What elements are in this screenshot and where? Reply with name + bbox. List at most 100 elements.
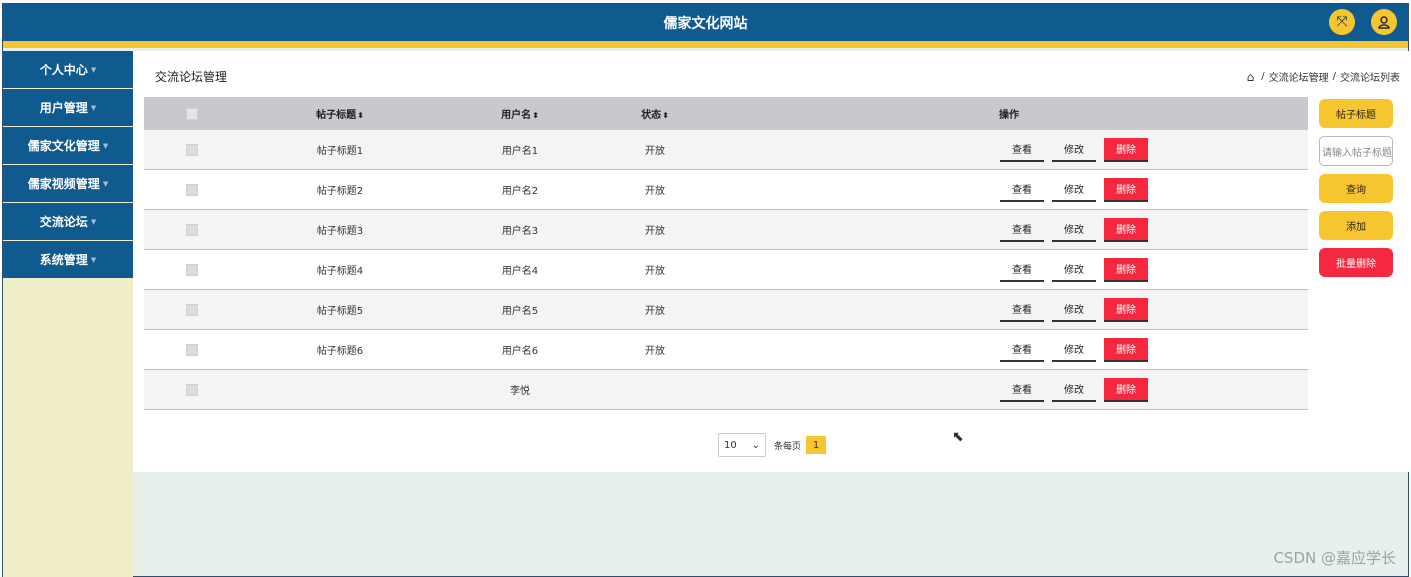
sidebar: 个人中心 ▼ 用户管理 ▼ 儒家文化管理 ▼ 儒家视频管理 ▼ 交流论坛 ▼ 系统管理 ▼ <box>3 51 133 577</box>
delete-button[interactable]: 删除 <box>1104 297 1148 322</box>
table-row: 帖子标题5 用户名5 开放 查看 修改 删除 <box>144 290 1308 330</box>
table-row: 帖子标题3 用户名3 开放 查看 修改 删除 <box>144 210 1308 250</box>
chevron-down-icon: ⌄ <box>751 439 760 451</box>
cell-status: 开放 <box>645 186 665 197</box>
edit-button[interactable]: 修改 <box>1052 298 1096 322</box>
delete-button[interactable]: 删除 <box>1104 377 1148 402</box>
cell-user: 用户名6 <box>501 346 539 357</box>
cell-status: 开放 <box>645 306 665 317</box>
view-button[interactable]: 查看 <box>1000 338 1044 362</box>
sidebar-item-personal-center[interactable]: 个人中心 ▼ <box>3 51 133 88</box>
cell-user: 用户名1 <box>501 146 539 157</box>
sort-icon[interactable]: ⬍ <box>662 111 669 120</box>
sort-icon[interactable]: ⬍ <box>357 111 364 120</box>
row-checkbox[interactable] <box>186 263 198 276</box>
row-checkbox[interactable] <box>186 303 198 316</box>
main-content: 交流论坛管理 ⌂ / 交流论坛管理 / 交流论坛列表 帖子标题⬍ 用户名⬍ 状态… <box>133 51 1410 472</box>
table-row: 帖子标题6 用户名6 开放 查看 修改 删除 <box>144 330 1308 370</box>
view-button[interactable]: 查看 <box>1000 378 1044 402</box>
header-accent-line <box>3 41 1408 48</box>
top-bar: 儒家文化网站 ⤧ <box>3 4 1408 41</box>
page-size-select[interactable]: 10 ⌄ <box>718 433 766 457</box>
column-header-status[interactable]: 状态⬍ <box>600 106 710 121</box>
search-input[interactable]: 请输入帖子标题 <box>1319 136 1393 166</box>
chevron-down-icon: ▼ <box>90 65 97 74</box>
cell-status: 开放 <box>645 226 665 237</box>
view-button[interactable]: 查看 <box>1000 178 1044 202</box>
cell-status: 开放 <box>645 266 665 277</box>
cell-user: 用户名3 <box>501 226 539 237</box>
resize-icon[interactable]: ⤧ <box>1329 9 1355 35</box>
edit-button[interactable]: 修改 <box>1052 338 1096 362</box>
sort-icon[interactable]: ⬍ <box>532 111 539 120</box>
sidebar-item-system-management[interactable]: 系统管理 ▼ <box>3 241 133 278</box>
sidebar-item-video-management[interactable]: 儒家视频管理 ▼ <box>3 165 133 202</box>
column-header-user[interactable]: 用户名⬍ <box>440 106 600 121</box>
forum-table: 帖子标题⬍ 用户名⬍ 状态⬍ 操作 帖子标题1 用户名1 开放 查看 修改 删除 帖… <box>144 97 1308 410</box>
batch-delete-button[interactable]: 批量删除 <box>1319 248 1393 277</box>
delete-button[interactable]: 删除 <box>1104 137 1148 162</box>
edit-button[interactable]: 修改 <box>1052 378 1096 402</box>
view-button[interactable]: 查看 <box>1000 258 1044 282</box>
breadcrumb: ⌂ / 交流论坛管理 / 交流论坛列表 <box>1246 69 1400 85</box>
edit-button[interactable]: 修改 <box>1052 218 1096 242</box>
cell-user: 用户名5 <box>501 306 539 317</box>
row-checkbox[interactable] <box>186 143 198 156</box>
sidebar-item-user-management[interactable]: 用户管理 ▼ <box>3 89 133 126</box>
row-checkbox[interactable] <box>186 383 198 396</box>
query-button[interactable]: 查询 <box>1319 174 1393 203</box>
mouse-cursor-icon: ⬉ <box>952 429 964 445</box>
app-frame: 儒家文化网站 ⤧ 个人中心 ▼ 用户管理 ▼ 儒家文化管理 ▼ 儒家视频管理 ▼ 交流论… <box>2 3 1410 577</box>
sidebar-item-label: 儒家视频管理 <box>27 177 100 191</box>
select-all-checkbox[interactable] <box>186 107 198 120</box>
edit-button[interactable]: 修改 <box>1052 138 1096 162</box>
cell-title: 帖子标题2 <box>316 186 364 197</box>
page-number-button[interactable]: 1 <box>806 436 827 454</box>
delete-button[interactable]: 删除 <box>1104 257 1148 282</box>
sidebar-item-label: 用户管理 <box>39 101 88 115</box>
sidebar-item-label: 儒家文化管理 <box>27 139 100 153</box>
row-checkbox[interactable] <box>186 183 198 196</box>
table-row: 帖子标题1 用户名1 开放 查看 修改 删除 <box>144 130 1308 170</box>
delete-button[interactable]: 删除 <box>1104 217 1148 242</box>
app-title: 儒家文化网站 <box>663 16 748 32</box>
cell-title: 帖子标题3 <box>316 226 364 237</box>
table-row: 帖子标题2 用户名2 开放 查看 修改 删除 <box>144 170 1308 210</box>
search-field-label[interactable]: 帖子标题 <box>1319 99 1393 128</box>
delete-button[interactable]: 删除 <box>1104 177 1148 202</box>
edit-button[interactable]: 修改 <box>1052 178 1096 202</box>
cell-status: 开放 <box>645 346 665 357</box>
add-button[interactable]: 添加 <box>1319 211 1393 240</box>
chevron-down-icon: ▼ <box>102 179 109 188</box>
row-checkbox[interactable] <box>186 343 198 356</box>
delete-button[interactable]: 删除 <box>1104 337 1148 362</box>
breadcrumb-item[interactable]: 交流论坛管理 <box>1269 69 1329 84</box>
cell-user: 用户名2 <box>501 186 539 197</box>
edit-button[interactable]: 修改 <box>1052 258 1096 282</box>
home-icon[interactable]: ⌂ <box>1247 70 1255 84</box>
sidebar-item-culture-management[interactable]: 儒家文化管理 ▼ <box>3 127 133 164</box>
chevron-down-icon: ▼ <box>102 141 109 150</box>
cell-user: 李悦 <box>510 386 530 397</box>
page-size-label: 条每页 <box>774 441 802 452</box>
chevron-down-icon: ▼ <box>90 217 97 226</box>
pagination: 10 ⌄ 条每页 1 <box>718 433 827 457</box>
user-icon[interactable] <box>1371 9 1397 35</box>
table-header: 帖子标题⬍ 用户名⬍ 状态⬍ 操作 <box>144 97 1308 130</box>
view-button[interactable]: 查看 <box>1000 218 1044 242</box>
breadcrumb-item: 交流论坛列表 <box>1340 73 1400 84</box>
table-row: 李悦 查看 修改 删除 <box>144 370 1308 410</box>
chevron-down-icon: ▼ <box>90 255 97 264</box>
cell-title: 帖子标题4 <box>316 266 364 277</box>
watermark: CSDN @嘉应学长 <box>1273 549 1396 567</box>
column-header-title[interactable]: 帖子标题⬍ <box>240 106 440 121</box>
sidebar-item-label: 个人中心 <box>39 63 88 77</box>
cell-title: 帖子标题1 <box>316 146 364 157</box>
sidebar-item-forum[interactable]: 交流论坛 ▼ <box>3 203 133 240</box>
view-button[interactable]: 查看 <box>1000 138 1044 162</box>
page-title: 交流论坛管理 <box>155 70 228 84</box>
view-button[interactable]: 查看 <box>1000 298 1044 322</box>
row-checkbox[interactable] <box>186 223 198 236</box>
search-panel: 帖子标题 请输入帖子标题 查询 添加 批量删除 <box>1319 99 1393 285</box>
cell-user: 用户名4 <box>501 266 539 277</box>
